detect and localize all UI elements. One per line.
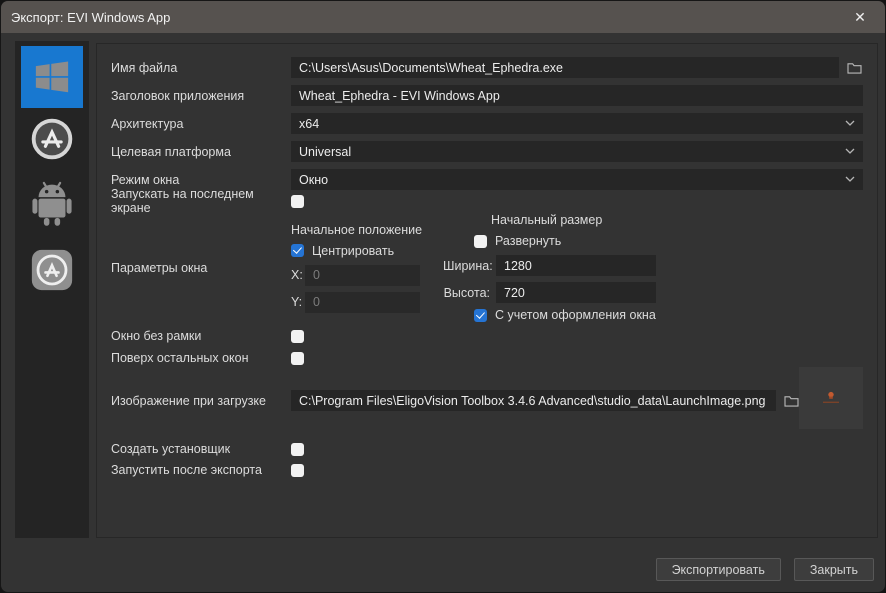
- launch-image-row: Изображение при загрузке: [111, 390, 863, 411]
- borderless-label: Окно без рамки: [111, 329, 291, 343]
- export-button[interactable]: Экспортировать: [656, 558, 781, 581]
- close-button[interactable]: Закрыть: [794, 558, 874, 581]
- app-title-label: Заголовок приложения: [111, 89, 291, 103]
- decorations-label: С учетом оформления окна: [495, 308, 656, 322]
- x-input[interactable]: [305, 265, 420, 286]
- y-row: Y:: [291, 292, 443, 313]
- browse-launch-image-button[interactable]: [782, 392, 800, 410]
- launch-image-logo-icon: [820, 391, 842, 405]
- create-installer-label: Создать установщик: [111, 442, 291, 456]
- decorations-row: С учетом оформления окна: [474, 308, 863, 322]
- android-robot-icon: [29, 180, 75, 228]
- chevron-down-icon: [845, 148, 855, 154]
- window-mode-label: Режим окна: [111, 173, 291, 187]
- y-label: Y:: [291, 295, 305, 309]
- export-form-panel: Имя файла Заголовок приложения Архитекту…: [96, 43, 878, 538]
- launch-image-label: Изображение при загрузке: [111, 394, 291, 408]
- initial-size-group: Начальный размер Развернуть Ширина: Высо…: [443, 213, 863, 322]
- run-after-export-row: Запустить после экспорта: [111, 463, 863, 477]
- decorations-checkbox[interactable]: [474, 309, 487, 322]
- browse-file-button[interactable]: [845, 59, 863, 77]
- titlebar: Экспорт: EVI Windows App ✕: [1, 1, 885, 33]
- x-row: X:: [291, 265, 443, 286]
- y-input[interactable]: [305, 292, 420, 313]
- launch-last-screen-label: Запускать на последнем экране: [111, 187, 291, 215]
- always-on-top-checkbox[interactable]: [291, 352, 304, 365]
- file-name-row: Имя файла: [111, 57, 863, 78]
- chevron-down-icon: [845, 176, 855, 182]
- close-icon[interactable]: ✕: [845, 5, 875, 29]
- sidebar-item-ios-app-store[interactable]: [31, 249, 73, 291]
- app-store-circle-icon: [30, 117, 74, 161]
- window-mode-value: Окно: [299, 173, 328, 187]
- folder-icon: [847, 61, 862, 74]
- borderless-row: Окно без рамки: [111, 329, 863, 343]
- launch-last-screen-row: Запускать на последнем экране: [111, 194, 863, 208]
- initial-position-group: Начальное положение Центрировать X: Y:: [291, 223, 443, 313]
- file-name-label: Имя файла: [111, 61, 291, 75]
- target-platform-dropdown[interactable]: Universal: [291, 141, 863, 162]
- maximize-row: Развернуть: [474, 234, 863, 248]
- initial-position-header: Начальное положение: [291, 223, 443, 238]
- dialog-title: Экспорт: EVI Windows App: [11, 10, 845, 25]
- launch-image-preview: [799, 367, 863, 429]
- window-params-block: Параметры окна Начальное положение Центр…: [111, 213, 863, 322]
- run-after-export-checkbox[interactable]: [291, 464, 304, 477]
- always-on-top-label: Поверх остальных окон: [111, 351, 291, 365]
- center-checkbox[interactable]: [291, 244, 304, 257]
- export-dialog: Экспорт: EVI Windows App ✕: [0, 0, 886, 593]
- borderless-checkbox[interactable]: [291, 330, 304, 343]
- center-label: Центрировать: [312, 244, 394, 258]
- maximize-checkbox[interactable]: [474, 235, 487, 248]
- launch-last-screen-checkbox[interactable]: [291, 195, 304, 208]
- width-label: Ширина:: [443, 259, 490, 273]
- target-platform-label: Целевая платформа: [111, 145, 291, 159]
- window-mode-dropdown[interactable]: Окно: [291, 169, 863, 190]
- initial-size-header: Начальный размер: [491, 213, 863, 228]
- architecture-label: Архитектура: [111, 117, 291, 131]
- app-title-row: Заголовок приложения: [111, 85, 863, 106]
- target-platform-value: Universal: [299, 145, 351, 159]
- platform-sidebar: [15, 41, 89, 538]
- width-row: Ширина:: [443, 255, 863, 276]
- footer: Экспортировать Закрыть: [656, 558, 874, 581]
- target-platform-row: Целевая платформа Universal: [111, 141, 863, 162]
- architecture-value: x64: [299, 117, 319, 131]
- height-label: Высота:: [443, 286, 490, 300]
- create-installer-row: Создать установщик: [111, 442, 863, 456]
- run-after-export-label: Запустить после экспорта: [111, 463, 291, 477]
- x-label: X:: [291, 268, 305, 282]
- launch-image-input[interactable]: [291, 390, 776, 411]
- window-params-label: Параметры окна: [111, 261, 291, 275]
- file-name-input[interactable]: [291, 57, 839, 78]
- width-input[interactable]: [496, 255, 656, 276]
- height-row: Высота:: [443, 282, 863, 303]
- sidebar-item-android[interactable]: [28, 179, 76, 229]
- folder-icon: [784, 394, 799, 407]
- architecture-row: Архитектура x64: [111, 113, 863, 134]
- sidebar-item-windows[interactable]: [21, 46, 83, 108]
- app-store-square-icon: [31, 249, 73, 291]
- maximize-label: Развернуть: [495, 234, 561, 248]
- always-on-top-row: Поверх остальных окон: [111, 351, 863, 365]
- create-installer-checkbox[interactable]: [291, 443, 304, 456]
- app-title-input[interactable]: [291, 85, 863, 106]
- windows-logo-icon: [30, 55, 74, 99]
- center-row: Центрировать: [291, 244, 443, 258]
- architecture-dropdown[interactable]: x64: [291, 113, 863, 134]
- height-input[interactable]: [496, 282, 656, 303]
- sidebar-item-mac-app-store[interactable]: [30, 117, 74, 161]
- chevron-down-icon: [845, 120, 855, 126]
